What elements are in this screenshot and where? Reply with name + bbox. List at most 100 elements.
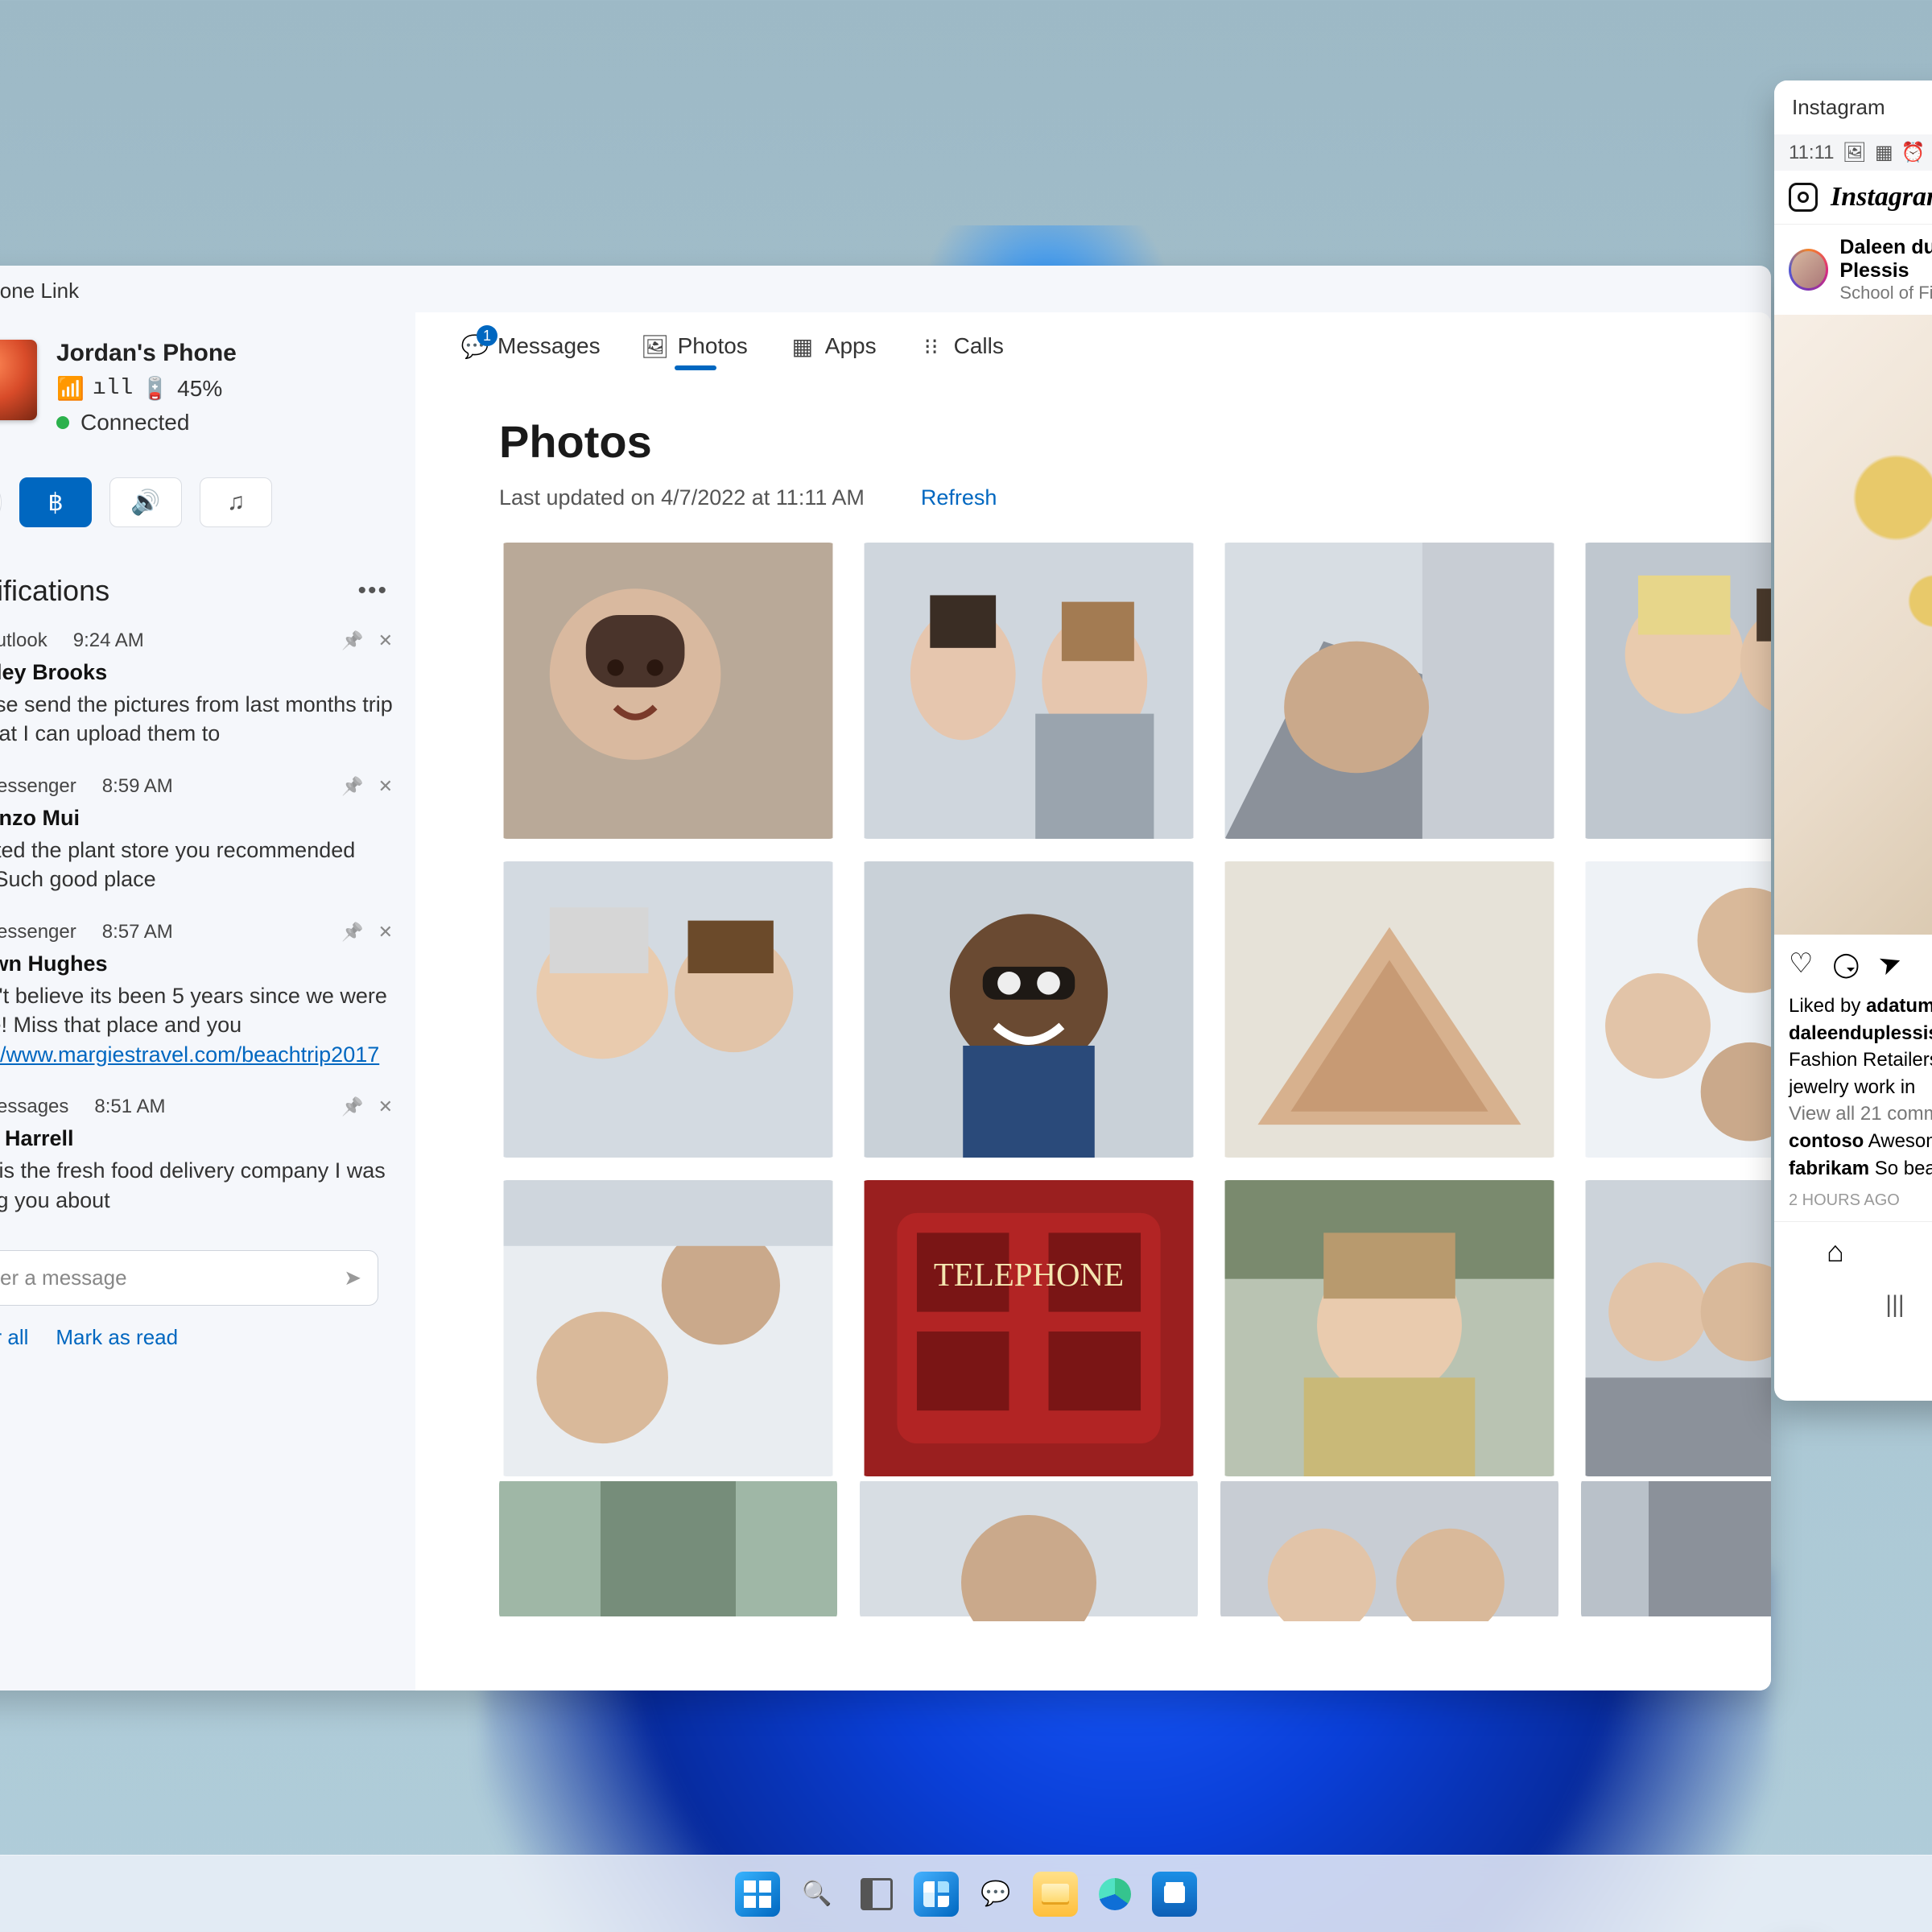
status-time: 11:11 <box>1789 142 1835 164</box>
photo-thumbnail[interactable] <box>860 1476 1198 1621</box>
status-text: Connected <box>80 410 189 436</box>
notification-app: Messages <box>0 1096 68 1118</box>
tab-apps[interactable]: ▦ Apps <box>791 333 877 367</box>
tab-photos[interactable]: 🖼 Photos <box>644 333 748 367</box>
refresh-button[interactable]: Refresh <box>921 485 997 510</box>
photo-thumbnail[interactable] <box>1581 1476 1771 1621</box>
photo-thumbnail[interactable] <box>499 543 837 839</box>
file-explorer-button[interactable] <box>1033 1872 1078 1917</box>
clear-all-button[interactable]: Clear all <box>0 1325 28 1350</box>
bluetooth-toggle[interactable]: ฿ <box>19 477 92 527</box>
tab-messages[interactable]: 💬 1 Messages <box>464 333 601 367</box>
photos-updated: Last updated on 4/7/2022 at 11:11 AM <box>499 485 865 510</box>
post-timestamp: 2 HOURS AGO <box>1774 1191 1932 1221</box>
caption-user[interactable]: daleenduplessis <box>1789 1022 1932 1044</box>
dismiss-icon[interactable] <box>378 630 393 652</box>
notification-item[interactable]: Messenger 8:57 AM Shawn Hughes I can't b… <box>0 909 401 1084</box>
phone-card[interactable]: Jordan's Phone 📶 ıll 🪫 45% Connected <box>0 328 401 453</box>
recents-icon[interactable]: ||| <box>1885 1291 1904 1319</box>
start-button[interactable] <box>735 1872 780 1917</box>
photo-grid: TELEPHONE <box>415 510 1771 1476</box>
view-comments[interactable]: View all 21 comments <box>1789 1103 1932 1125</box>
photo-thumbnail[interactable] <box>499 1180 837 1476</box>
phone-link-sidebar: Jordan's Phone 📶 ıll 🪫 45% Connected ⊝ ฿… <box>0 312 415 1690</box>
photo-thumbnail[interactable] <box>1581 1180 1771 1476</box>
store-button[interactable] <box>1152 1872 1197 1917</box>
taskbar <box>0 1855 1932 1932</box>
edge-button[interactable] <box>1092 1872 1137 1917</box>
phone-link-window: Phone Link Jordan's Phone 📶 ıll 🪫 45% Co… <box>0 266 1771 1690</box>
tab-calls[interactable]: ⁝⁝ Calls <box>920 333 1004 367</box>
chat-button[interactable] <box>973 1872 1018 1917</box>
photo-thumbnail[interactable] <box>860 861 1198 1158</box>
post-image[interactable] <box>1774 315 1932 935</box>
send-icon[interactable]: ➤ <box>344 1265 361 1290</box>
photo-thumbnail[interactable] <box>1220 543 1558 839</box>
comment-user[interactable]: contoso <box>1789 1130 1864 1152</box>
notification-link[interactable]: http://www.margiestravel.com/beachtrip20… <box>0 1042 379 1067</box>
svg-text:TELEPHONE: TELEPHONE <box>934 1257 1124 1293</box>
photo-thumbnail[interactable]: TELEPHONE <box>860 1180 1198 1476</box>
camera-icon[interactable] <box>1789 183 1818 212</box>
status-photo-icon: 🖼 <box>1843 141 1867 164</box>
pin-icon[interactable] <box>341 921 363 943</box>
notification-sender: Lorenzo Mui <box>0 806 393 831</box>
photo-thumbnail[interactable] <box>1220 1180 1558 1476</box>
comment-text: Awesome <box>1864 1130 1932 1152</box>
liked-by-prefix: Liked by <box>1789 995 1866 1017</box>
volume-toggle[interactable]: 🔊 <box>109 477 182 527</box>
pin-icon[interactable] <box>341 775 363 798</box>
photo-thumbnail[interactable] <box>499 861 837 1158</box>
window-title: Phone Link <box>0 266 1771 312</box>
notification-app: Outlook <box>0 630 47 652</box>
photo-grid-row <box>415 1476 1771 1621</box>
notification-item[interactable]: Messages 8:51 AM Nola Harrell This is th… <box>0 1084 401 1229</box>
android-nav-bar: ||| <box>1774 1282 1932 1333</box>
phone-link-main: 💬 1 Messages 🖼 Photos ▦ Apps ⁝⁝ Calls Ph… <box>415 312 1771 1690</box>
notification-body: This is the fresh food delivery company … <box>0 1156 393 1215</box>
dismiss-icon[interactable] <box>378 775 393 798</box>
dnd-toggle[interactable]: ⊝ <box>0 477 2 527</box>
message-input-placeholder: Enter a message <box>0 1265 127 1290</box>
mark-read-button[interactable]: Mark as read <box>56 1325 178 1350</box>
instagram-logo: Instagram <box>1831 182 1932 213</box>
music-toggle[interactable]: ♫ <box>200 477 272 527</box>
instagram-status-bar: 11:11 🖼 ▦ ⏰ <box>1774 134 1932 171</box>
story-ring-avatar[interactable] <box>1789 249 1828 291</box>
like-icon[interactable] <box>1789 947 1813 980</box>
photo-thumbnail[interactable] <box>1220 861 1558 1158</box>
photo-thumbnail[interactable] <box>1220 1476 1558 1621</box>
widgets-button[interactable] <box>914 1872 959 1917</box>
comment-user[interactable]: fabrikam <box>1789 1158 1869 1179</box>
share-icon[interactable] <box>1879 947 1902 980</box>
dismiss-icon[interactable] <box>378 921 393 943</box>
tab-label: Apps <box>825 333 877 359</box>
liked-by-user[interactable]: adatum <box>1866 995 1932 1017</box>
tab-label: Calls <box>954 333 1004 359</box>
photo-thumbnail[interactable] <box>860 543 1198 839</box>
home-icon[interactable] <box>1827 1235 1844 1269</box>
comment-icon[interactable] <box>1832 948 1860 980</box>
photo-thumbnail[interactable] <box>1581 543 1771 839</box>
notification-time: 8:59 AM <box>102 775 173 798</box>
post-text: Liked by adatum daleenduplessis and Fash… <box>1774 993 1932 1191</box>
phone-stats: 📶 ıll 🪫 45% <box>56 375 237 402</box>
notification-time: 8:51 AM <box>94 1096 165 1118</box>
notification-item[interactable]: Messenger 8:59 AM Lorenzo Mui I visited … <box>0 763 401 909</box>
instagram-top-bar: Instagram <box>1774 171 1932 225</box>
battery-icon: 🪫 <box>141 375 169 402</box>
phone-name: Jordan's Phone <box>56 340 237 367</box>
notification-sender: Nola Harrell <box>0 1126 393 1151</box>
pin-icon[interactable] <box>341 630 363 652</box>
taskbar-search[interactable] <box>795 1872 840 1917</box>
photo-thumbnail[interactable] <box>499 1476 837 1621</box>
photo-thumbnail[interactable] <box>1581 861 1771 1158</box>
notification-item[interactable]: Outlook 9:24 AM Wesley Brooks Please sen… <box>0 617 401 763</box>
notifications-more-icon[interactable]: ••• <box>357 577 388 605</box>
dismiss-icon[interactable] <box>378 1096 393 1118</box>
post-author[interactable]: Daleen du Plessis School of Fine Art <box>1774 225 1932 315</box>
pin-icon[interactable] <box>341 1096 363 1118</box>
message-input[interactable]: Enter a message ➤ <box>0 1250 378 1306</box>
status-cast-icon: ▦ <box>1875 141 1893 164</box>
task-view-button[interactable] <box>854 1872 899 1917</box>
